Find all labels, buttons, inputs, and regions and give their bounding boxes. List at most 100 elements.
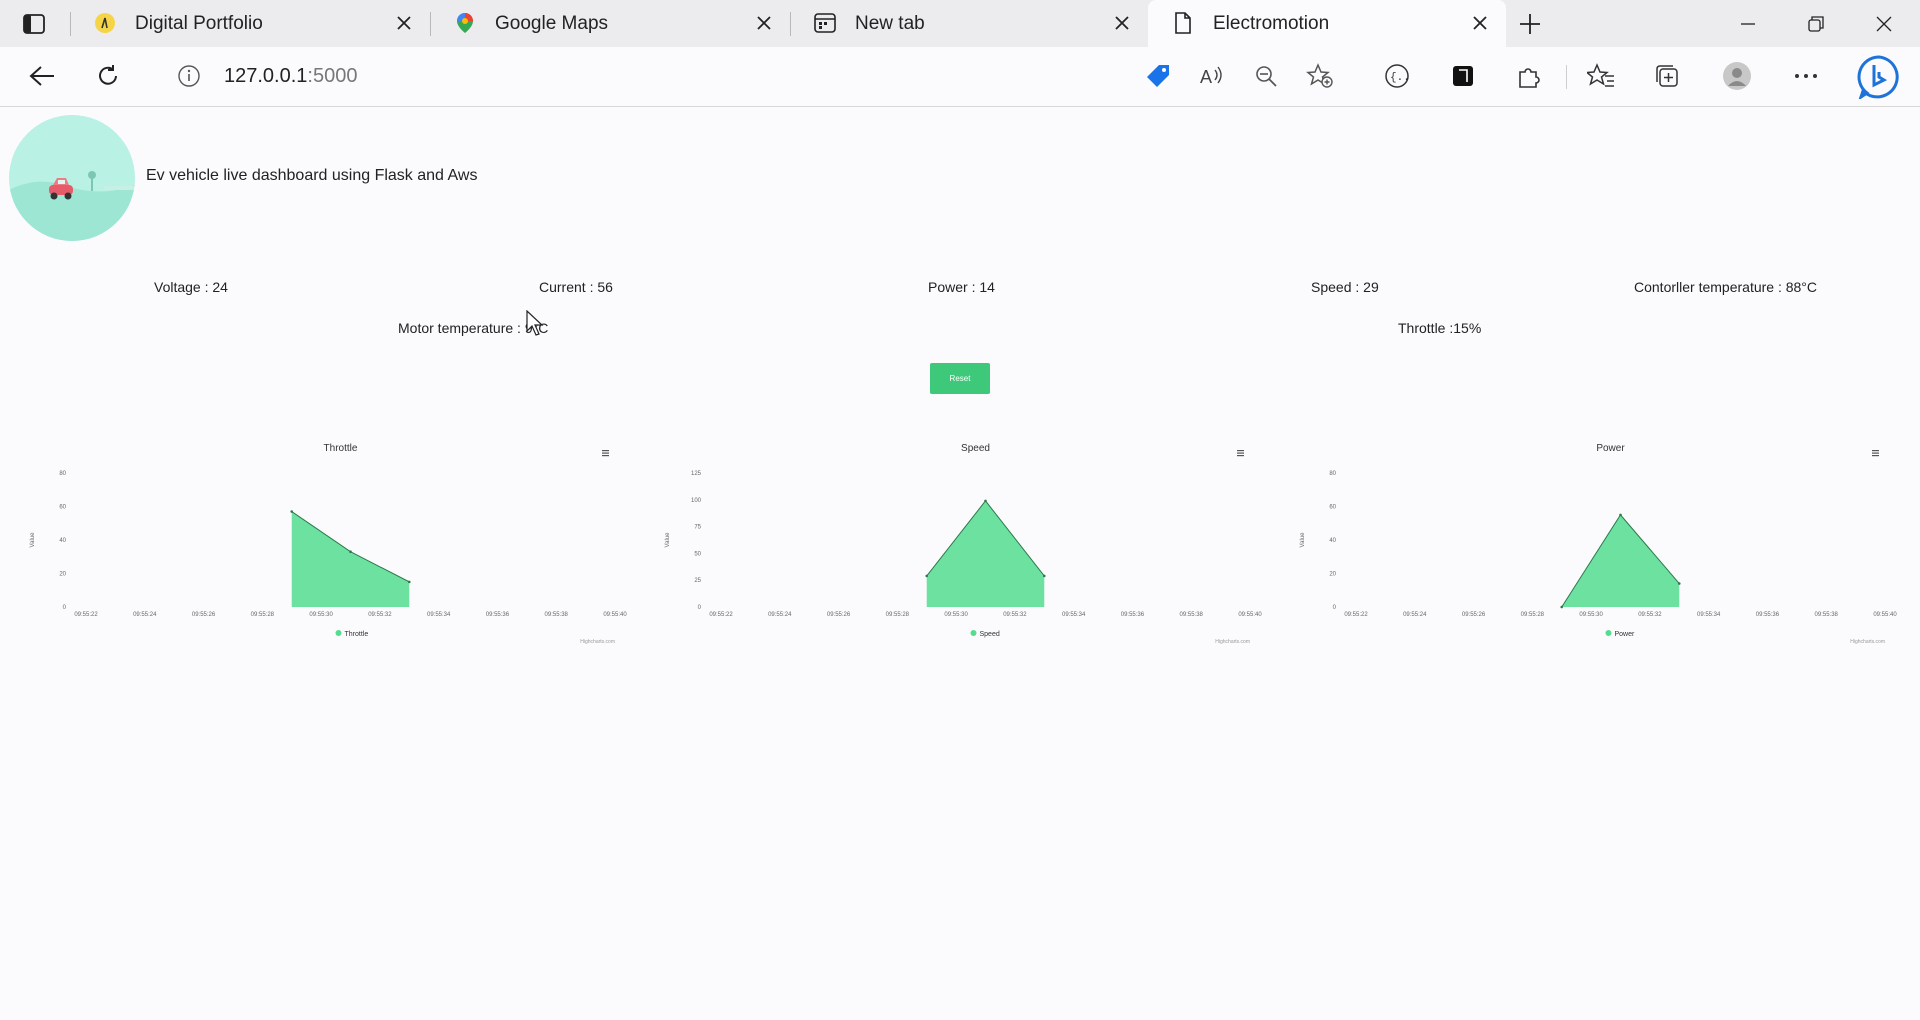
newtab-icon <box>814 12 836 34</box>
y-tick-label: 100 <box>691 498 702 504</box>
y-tick-label: 60 <box>1329 505 1336 511</box>
toolbar-separator <box>1566 65 1567 89</box>
menu-line <box>602 452 609 454</box>
close-icon[interactable] <box>1470 13 1490 33</box>
data-point <box>925 574 929 578</box>
zoom-out-icon[interactable] <box>1250 60 1282 92</box>
tab-digital-portfolio[interactable]: Digital Portfolio <box>70 0 430 47</box>
menu-line <box>1237 450 1244 452</box>
series-area <box>291 511 410 607</box>
x-tick-label: 09:55:30 <box>944 612 968 618</box>
close-icon[interactable] <box>754 13 774 33</box>
reset-button[interactable]: Reset <box>930 363 990 394</box>
x-tick-label: 09:55:28 <box>251 612 275 618</box>
profile-avatar-icon[interactable] <box>1721 60 1753 92</box>
restore-icon[interactable] <box>1802 10 1830 38</box>
svg-text:{..}: {..} <box>1390 72 1410 84</box>
x-tick-label: 09:55:40 <box>1238 612 1262 618</box>
close-icon[interactable] <box>1112 13 1132 33</box>
y-tick-label: 20 <box>1329 572 1336 578</box>
x-tick-label: 09:55:34 <box>1062 612 1086 618</box>
ev-logo <box>9 115 135 241</box>
read-aloud-icon[interactable]: A <box>1196 60 1228 92</box>
series-area <box>1561 514 1680 607</box>
voltage-readout: Voltage : 24 <box>154 279 228 295</box>
current-readout: Current : 56 <box>539 279 613 295</box>
braces-extension-icon[interactable]: {..} <box>1381 60 1413 92</box>
speed-readout: Speed : 29 <box>1311 279 1379 295</box>
x-tick-label: 09:55:22 <box>1344 612 1368 618</box>
x-tick-label: 09:55:34 <box>427 612 451 618</box>
y-tick-label: 40 <box>59 538 66 544</box>
tab-title: Digital Portfolio <box>135 13 263 34</box>
close-window-icon[interactable] <box>1870 10 1898 38</box>
address-toolbar: 127.0.0.1:5000 A {..} <box>0 47 1920 107</box>
menu-line <box>1237 455 1244 457</box>
x-tick-label: 09:55:38 <box>1815 612 1839 618</box>
legend-marker <box>970 630 977 636</box>
x-tick-label: 09:55:28 <box>886 612 910 618</box>
mouse-cursor-icon <box>526 309 544 341</box>
tab-electromotion[interactable]: Electromotion <box>1148 0 1506 47</box>
x-tick-label: 09:55:24 <box>1403 612 1427 618</box>
extensions-puzzle-icon[interactable] <box>1513 60 1545 92</box>
x-tick-label: 09:55:32 <box>1003 612 1027 618</box>
tab-google-maps[interactable]: Google Maps <box>430 0 790 47</box>
x-tick-label: 09:55:32 <box>368 612 392 618</box>
y-tick-label: 0 <box>698 605 702 611</box>
x-tick-label: 09:55:28 <box>1521 612 1545 618</box>
x-tick-label: 09:55:34 <box>1697 612 1721 618</box>
tab-strip: Digital Portfolio Google Maps New tab El… <box>0 0 1920 48</box>
url-port: :5000 <box>307 65 358 87</box>
shopping-tag-icon[interactable] <box>1142 60 1174 92</box>
url-host: 127.0.0.1 <box>224 65 308 87</box>
menu-line <box>602 450 609 452</box>
x-tick-label: 09:55:24 <box>768 612 792 618</box>
chart-menu-icon[interactable] <box>602 450 609 457</box>
data-point <box>1619 513 1622 517</box>
menu-line <box>1872 455 1879 457</box>
x-tick-label: 09:55:32 <box>1638 612 1662 618</box>
back-button[interactable] <box>25 59 59 93</box>
refresh-button[interactable] <box>91 59 125 93</box>
y-tick-label: 40 <box>1329 538 1336 544</box>
chart-credit: Highcharts.com <box>1215 639 1250 645</box>
tab-new-tab[interactable]: New tab <box>790 0 1148 47</box>
y-tick-label: 25 <box>694 578 701 584</box>
notion-extension-icon[interactable] <box>1447 60 1479 92</box>
tab-title: Electromotion <box>1213 13 1330 34</box>
svg-text:A: A <box>1200 67 1212 87</box>
collections-icon[interactable] <box>1651 60 1683 92</box>
legend-label: Speed <box>980 631 1000 638</box>
chart-title: Throttle <box>324 443 358 454</box>
x-tick-label: 09:55:30 <box>309 612 333 618</box>
x-tick-label: 09:55:26 <box>827 612 851 618</box>
data-point <box>1677 582 1681 585</box>
chart-menu-icon[interactable] <box>1237 450 1244 457</box>
minimize-icon[interactable] <box>1734 10 1762 38</box>
x-tick-label: 09:55:36 <box>1756 612 1780 618</box>
x-tick-label: 09:55:30 <box>1579 612 1603 618</box>
x-tick-label: 09:55:38 <box>1180 612 1204 618</box>
data-point <box>984 499 987 503</box>
chart-title: Power <box>1596 443 1625 454</box>
data-point <box>1042 574 1046 578</box>
new-tab-button[interactable] <box>1516 10 1544 38</box>
more-menu-icon[interactable] <box>1790 60 1822 92</box>
site-info-icon[interactable] <box>172 59 206 93</box>
menu-line <box>602 455 609 457</box>
page-icon <box>1172 12 1194 34</box>
chart-menu-icon[interactable] <box>1872 450 1879 457</box>
tab-actions-icon[interactable] <box>20 10 48 38</box>
address-field[interactable]: 127.0.0.1:5000 <box>224 65 357 88</box>
add-favorite-icon[interactable] <box>1304 60 1336 92</box>
y-tick-label: 80 <box>1329 471 1336 477</box>
favorites-icon[interactable] <box>1585 60 1617 92</box>
x-tick-label: 09:55:40 <box>1873 612 1897 618</box>
page-subtitle: Ev vehicle live dashboard using Flask an… <box>146 167 478 184</box>
close-icon[interactable] <box>394 13 414 33</box>
y-tick-label: 60 <box>59 505 66 511</box>
bing-copilot-icon[interactable] <box>1857 55 1901 99</box>
x-tick-label: 09:55:36 <box>1121 612 1145 618</box>
data-point <box>349 550 352 554</box>
